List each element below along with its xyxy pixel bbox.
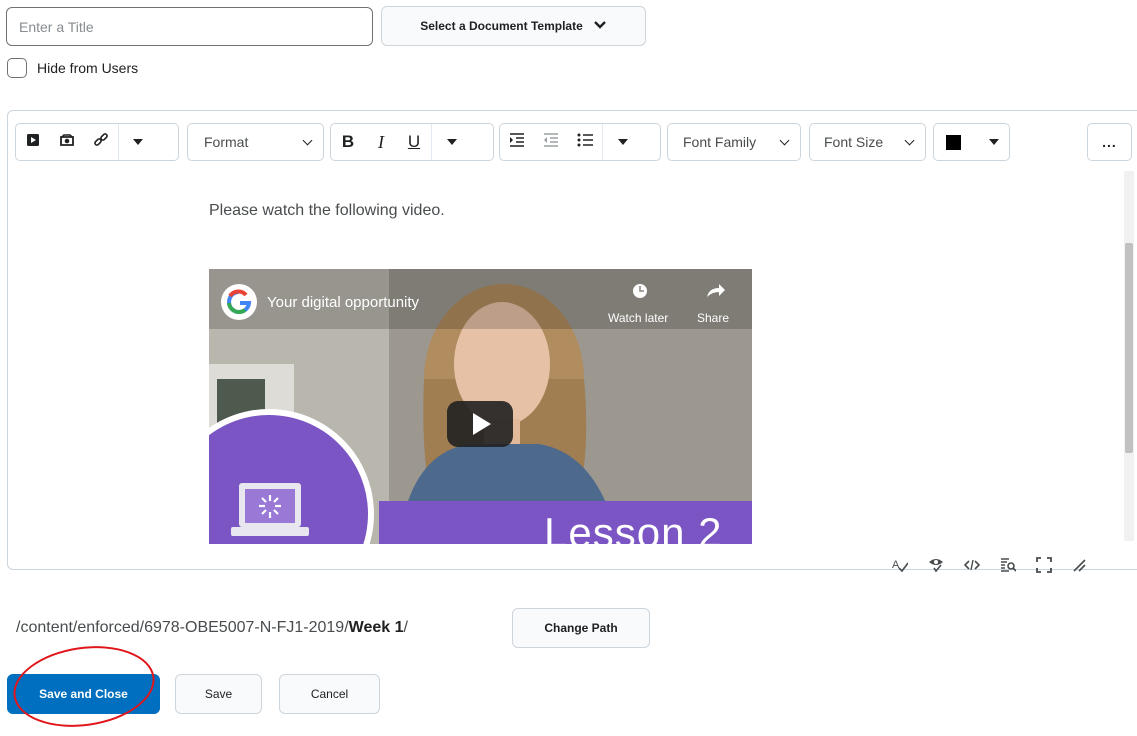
caret-down-icon [446,139,457,145]
underline-icon: U [407,132,421,151]
bold-icon: B [341,132,355,151]
chevron-down-icon [302,135,313,145]
font-family-label: Font Family [683,134,757,150]
change-path-label: Change Path [544,621,618,635]
watch-later-button[interactable]: Watch later [608,311,668,325]
insert-more-dropdown[interactable] [118,124,156,160]
font-family-dropdown[interactable]: Font Family [667,123,801,161]
indent-icon [509,133,525,151]
share-button[interactable]: Share [697,311,729,325]
caret-down-icon [617,139,628,145]
preview-icon[interactable] [1000,557,1017,578]
bullet-list-button[interactable] [568,124,602,160]
caret-down-icon [132,139,143,145]
quicklink-icon [59,133,75,151]
editor-status-bar: A [892,557,1086,578]
html-editor: Format B I U Font Family Font Size ... P… [7,110,1137,573]
embedded-video[interactable]: Your digital opportunity Watch later Sha… [209,269,752,544]
format-dropdown[interactable]: Format [187,123,324,161]
select-template-button[interactable]: Select a Document Template [381,6,646,46]
content-path: /content/enforced/6978-OBE5007-N-FJ1-201… [16,619,408,637]
save-and-close-button[interactable]: Save and Close [7,674,160,714]
chevron-down-icon [779,135,790,145]
video-icon [26,133,40,151]
bold-button[interactable]: B [331,124,365,160]
indent-button[interactable] [500,124,534,160]
cancel-label: Cancel [310,687,349,701]
path-folder: Week 1 [348,619,404,636]
select-template-label: Select a Document Template [420,19,583,33]
link-icon [93,132,109,152]
more-icon: ... [1102,134,1117,150]
path-prefix: /content/enforced/6978-OBE5007-N-FJ1-201… [16,619,349,636]
caret-down-icon [989,139,999,145]
text-style-toolbar-group: B I U [330,123,494,161]
italic-button[interactable]: I [365,124,397,160]
text-style-more-dropdown[interactable] [431,124,471,160]
insert-quicklink-button[interactable] [50,124,84,160]
hide-from-users-row: Hide from Users [7,58,138,78]
chevron-down-icon [593,19,607,33]
text-color-picker[interactable] [933,123,1010,161]
outdent-icon [543,133,559,151]
paragraph-more-dropdown[interactable] [602,124,642,160]
color-swatch-icon [946,134,961,150]
content-paragraph: Please watch the following video. [209,202,445,219]
font-size-label: Font Size [824,134,884,150]
insert-stuff-button[interactable] [16,124,50,160]
insert-link-button[interactable] [84,124,118,160]
title-input[interactable] [6,7,373,46]
svg-text:A: A [892,559,900,571]
format-label: Format [204,134,249,150]
outdent-button[interactable] [534,124,568,160]
paragraph-toolbar-group [499,123,661,161]
insert-toolbar-group [15,123,179,161]
resize-handle-icon[interactable] [1072,558,1086,577]
source-code-icon[interactable] [963,557,981,578]
spellcheck-icon[interactable]: A [892,557,909,578]
save-and-close-label: Save and Close [39,687,128,701]
save-label: Save [204,687,233,701]
fullscreen-icon[interactable] [1036,557,1052,578]
more-actions-button[interactable]: ... [1087,123,1132,161]
lesson-overlay-text: Lesson 2 [544,509,723,544]
underline-button[interactable]: U [397,124,431,160]
cancel-button[interactable]: Cancel [279,674,380,714]
chevron-down-icon [904,135,915,145]
hide-from-users-checkbox[interactable] [7,58,27,78]
bullet-list-icon [577,133,593,151]
path-suffix: / [403,619,408,636]
change-path-button[interactable]: Change Path [512,608,650,648]
video-title: Your digital opportunity [267,294,420,311]
italic-icon: I [378,131,384,152]
save-button[interactable]: Save [175,674,262,714]
hide-from-users-label: Hide from Users [37,60,139,76]
font-size-dropdown[interactable]: Font Size [809,123,926,161]
accessibility-check-icon[interactable] [928,557,944,578]
editor-scrollbar-thumb[interactable] [1125,243,1133,453]
